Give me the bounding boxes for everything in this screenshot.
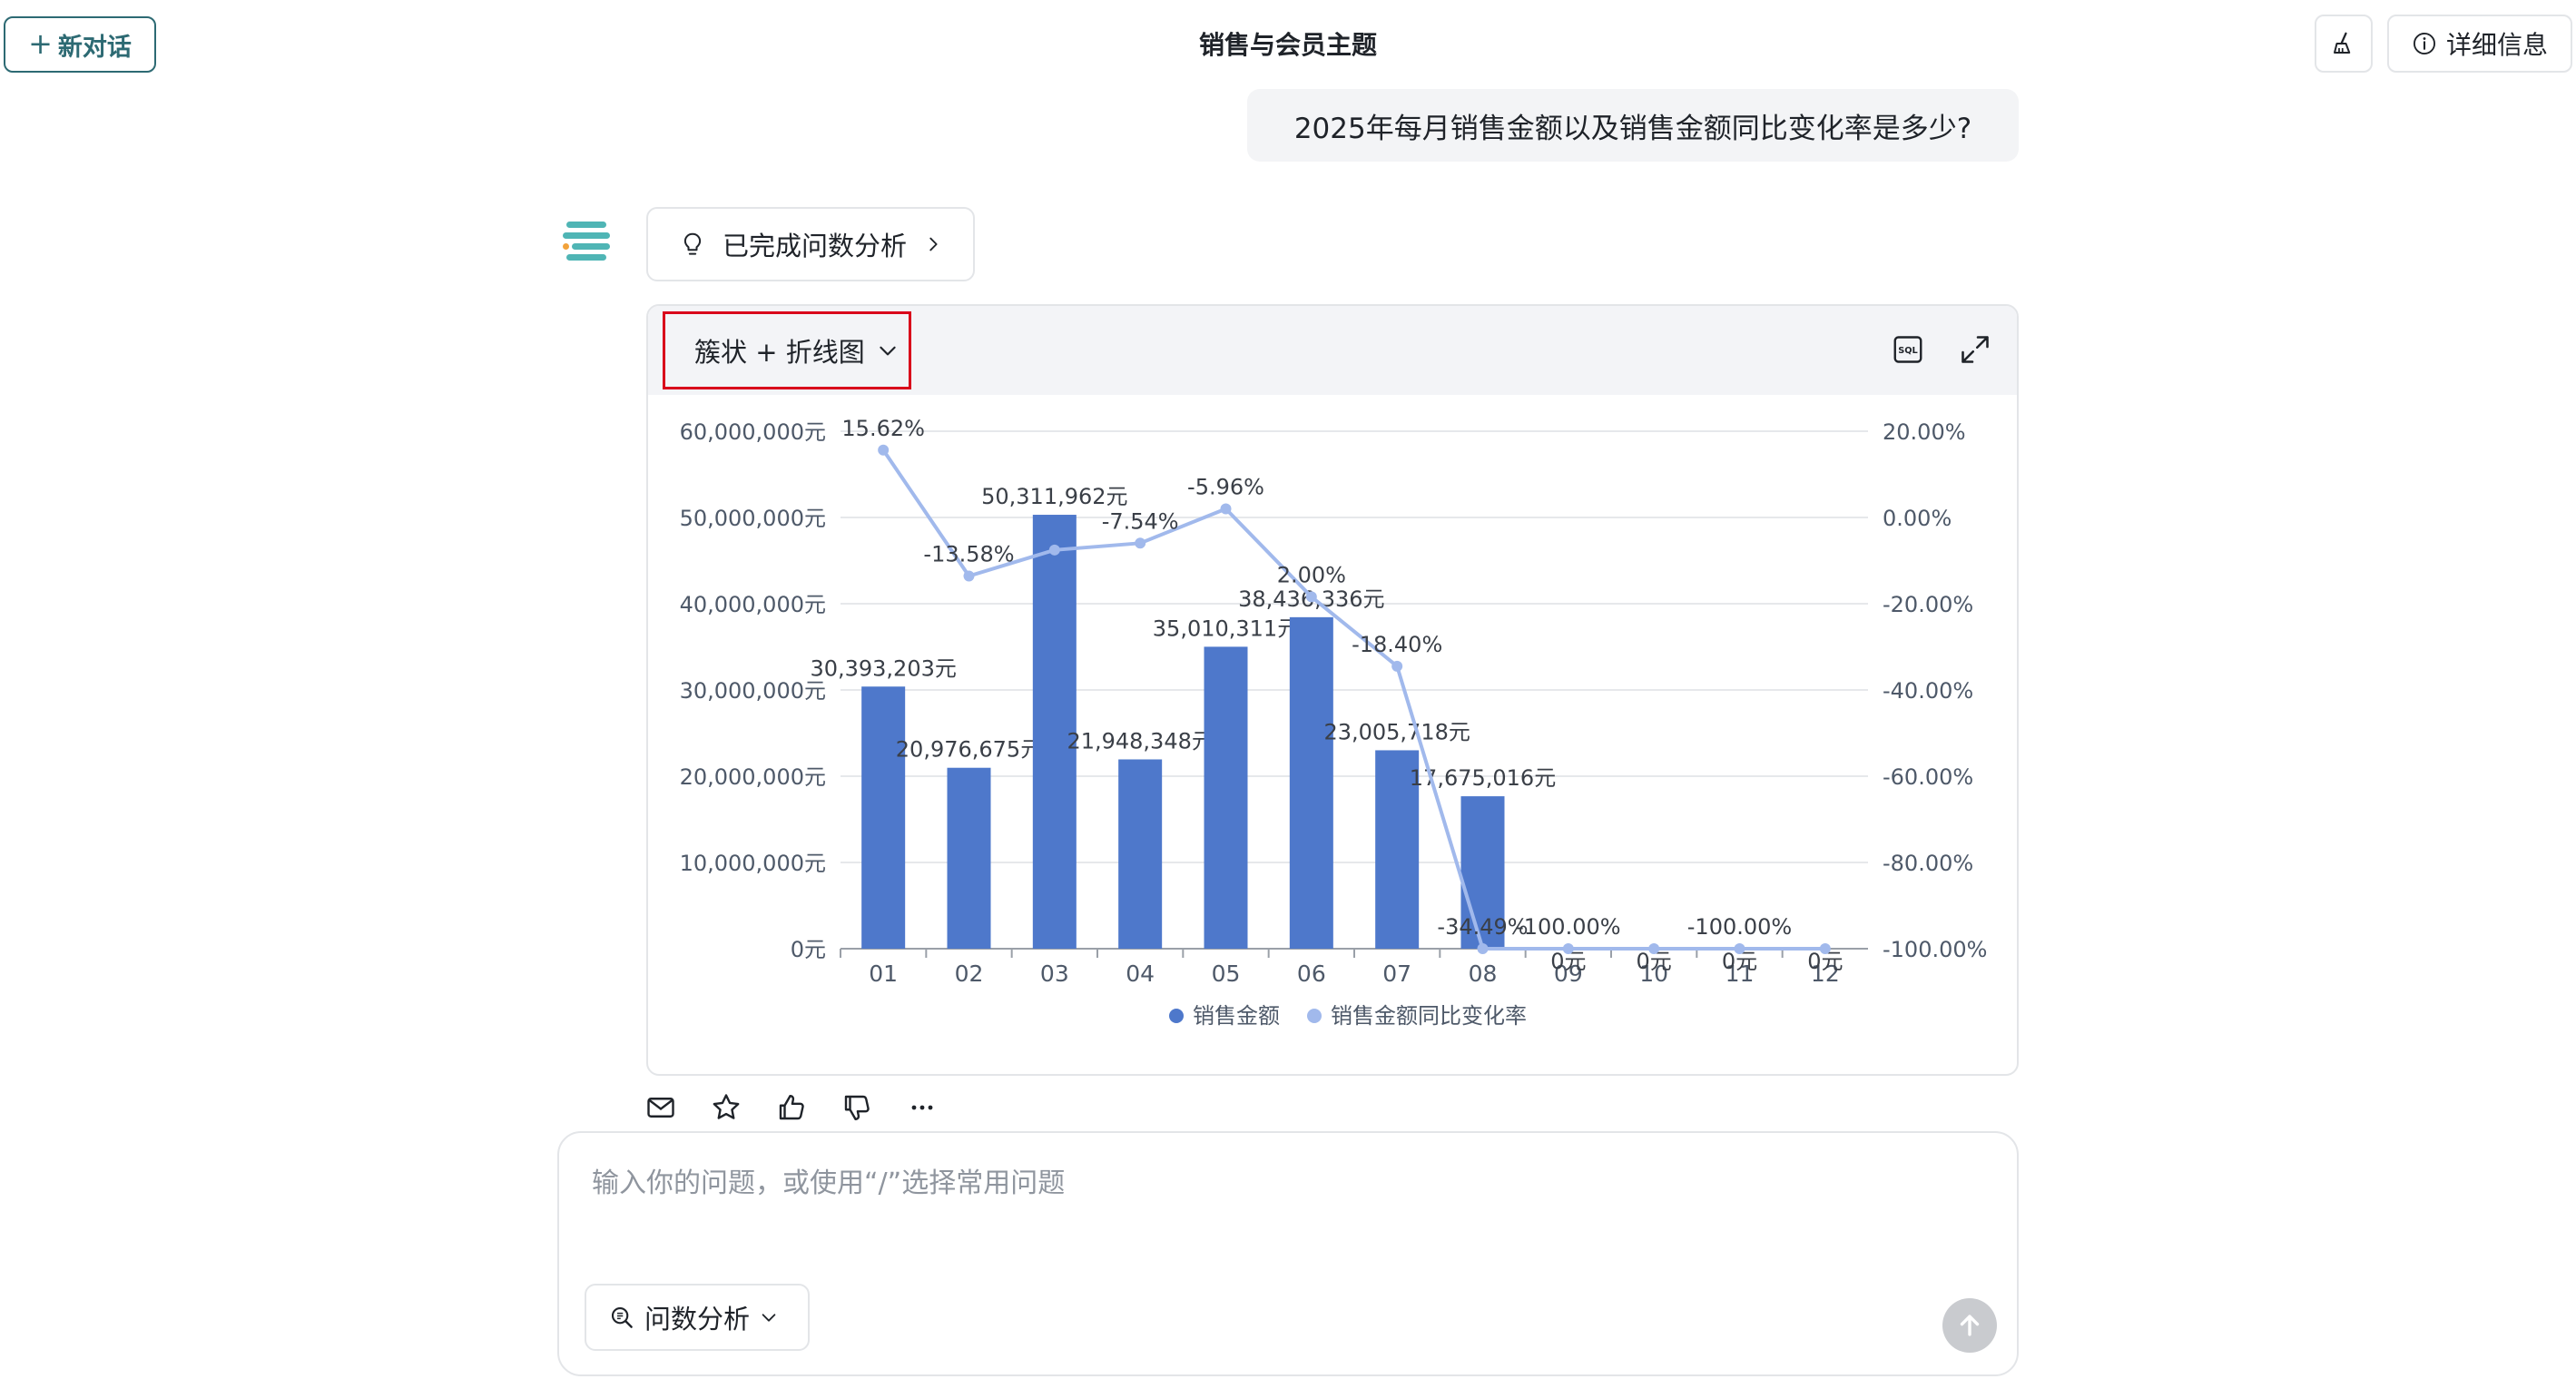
y-right-tick-label: -80.00% <box>1883 851 1973 876</box>
bar-data-label: 50,311,962元 <box>981 484 1127 509</box>
line-point <box>1135 537 1146 549</box>
bar-sales-amount <box>1204 646 1248 949</box>
line-point <box>1477 943 1489 954</box>
detail-info-label: 详细信息 <box>2445 30 2548 60</box>
line-point <box>1562 943 1574 954</box>
y-right-tick-label: -40.00% <box>1883 678 1973 704</box>
question-composer: 问数分析 <box>557 1131 2019 1376</box>
line-point <box>1048 544 1060 556</box>
y-left-tick-label: 40,000,000元 <box>680 592 826 617</box>
y-left-tick-label: 20,000,000元 <box>680 764 826 790</box>
bar-sales-amount <box>947 767 991 949</box>
line-point <box>1734 943 1745 954</box>
line-yoy-rate <box>881 448 1825 951</box>
mail-icon[interactable] <box>644 1091 677 1124</box>
y-right-tick-label: -20.00% <box>1883 592 1973 617</box>
y-left-tick-label: 30,000,000元 <box>680 678 826 704</box>
x-tick-label: 07 <box>1382 960 1411 987</box>
question-input[interactable] <box>590 1160 1952 1206</box>
line-point <box>963 570 975 582</box>
legend-label-sales: 销售金额 <box>1193 1003 1280 1029</box>
bar-data-label: 23,005,718元 <box>1323 719 1470 744</box>
y-left-tick-label: 0元 <box>791 937 826 962</box>
thumbs-up-icon[interactable] <box>775 1091 808 1124</box>
analysis-status-label: 已完成问数分析 <box>723 231 908 261</box>
line-data-label: -100.00% <box>1516 914 1620 940</box>
x-tick-label: 02 <box>955 960 984 987</box>
line-point <box>1305 591 1317 603</box>
x-tick-label: 04 <box>1126 960 1155 987</box>
bar-data-label: 30,393,203元 <box>810 655 956 681</box>
analysis-mode-label: 问数分析 <box>644 1304 751 1335</box>
line-data-label: -18.40% <box>1352 632 1442 657</box>
line-point <box>1391 660 1403 672</box>
arrow-up-icon <box>1960 1315 1980 1336</box>
x-tick-label: 06 <box>1297 960 1326 987</box>
legend-marker-sales <box>1169 1009 1184 1023</box>
line-data-label: 15.62% <box>841 416 925 441</box>
line-point <box>1819 943 1831 954</box>
bar-data-label: 21,948,348元 <box>1067 728 1213 754</box>
x-tick-label: 08 <box>1469 960 1498 987</box>
info-icon <box>2413 32 2436 55</box>
chart-card: 簇状 + 折线图 SQL 0元 10,000,000元 20,000,000元 30,… <box>646 304 2019 1076</box>
y-right-tick-label: -60.00% <box>1883 764 1973 790</box>
assistant-logo-icon <box>563 222 610 261</box>
clear-chat-button[interactable] <box>2315 15 2373 73</box>
bar-sales-amount <box>1118 759 1163 949</box>
analysis-mode-select[interactable]: 问数分析 <box>585 1284 810 1351</box>
line-point <box>878 444 890 456</box>
detail-info-button[interactable]: 详细信息 <box>2387 15 2572 73</box>
bar-sales-amount <box>1289 616 1333 949</box>
y-left-tick-label: 50,000,000元 <box>680 506 826 531</box>
data-search-icon <box>611 1306 633 1328</box>
bar-data-label: 20,976,675元 <box>896 737 1042 763</box>
sales-combo-chart: 0元 10,000,000元 20,000,000元 30,000,000元 40,00… <box>680 416 1988 1029</box>
send-button[interactable] <box>1942 1298 1997 1353</box>
legend-marker-yoy <box>1307 1009 1322 1023</box>
broom-icon <box>2334 32 2351 54</box>
x-tick-label: 01 <box>869 960 898 987</box>
line-data-label: -34.49% <box>1437 914 1528 940</box>
bar-data-label: 35,010,311元 <box>1153 616 1299 641</box>
chevron-down-icon <box>762 1314 776 1322</box>
legend-label-yoy: 销售金额同比变化率 <box>1331 1003 1527 1029</box>
x-tick-label: 05 <box>1212 960 1241 987</box>
line-data-label: -13.58% <box>923 542 1014 567</box>
x-tick-label: 03 <box>1040 960 1069 987</box>
star-icon[interactable] <box>710 1091 742 1124</box>
line-data-label: -5.96% <box>1187 475 1264 500</box>
page-title: 销售与会员主题 <box>1198 30 1377 60</box>
chevron-right-icon <box>929 237 938 251</box>
analysis-status-chip[interactable]: 已完成问数分析 <box>646 207 975 281</box>
line-point <box>1220 503 1232 515</box>
bar-sales-amount <box>861 686 906 949</box>
y-right-tick-label: 0.00% <box>1883 506 1952 531</box>
lightbulb-icon <box>683 232 702 255</box>
more-icon[interactable] <box>906 1091 939 1124</box>
line-data-label: -100.00% <box>1687 914 1792 940</box>
line-data-label: -7.54% <box>1102 508 1179 534</box>
y-left-tick-label: 10,000,000元 <box>680 851 826 876</box>
user-message: 2025年每月销售金额以及销售金额同比变化率是多少? <box>1247 89 2019 162</box>
thumbs-down-icon[interactable] <box>841 1091 873 1124</box>
y-right-tick-label: -100.00% <box>1883 937 1987 962</box>
line-data-label: 2.00% <box>1277 562 1346 587</box>
line-point <box>1648 943 1660 954</box>
y-left-tick-label: 60,000,000元 <box>680 419 826 445</box>
y-right-tick-label: 20.00% <box>1883 419 1966 445</box>
